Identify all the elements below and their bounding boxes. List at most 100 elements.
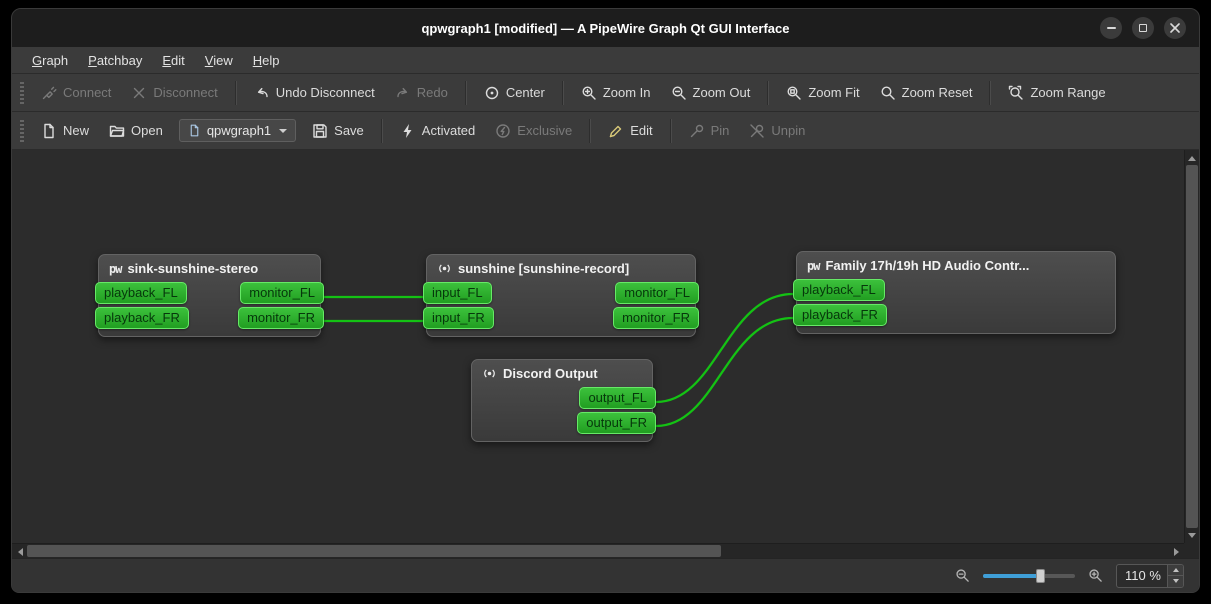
maximize-button[interactable] [1132, 17, 1154, 39]
scroll-left-button[interactable] [12, 544, 27, 558]
zoom-spinbox[interactable]: 110 % [1116, 563, 1184, 588]
edit-pencil-icon [608, 123, 624, 139]
port-playback_FL[interactable]: playback_FL [793, 279, 885, 301]
toolbar-handle[interactable] [20, 81, 24, 104]
graph-canvas[interactable]: pw sink-sunshine-stereo playback_FL moni… [12, 150, 1199, 558]
zoom-fit-icon [786, 85, 802, 101]
toolbar-file: New Open qpwgraph1 Save Activated Exclus… [12, 112, 1199, 150]
port-monitor_FL[interactable]: monitor_FL [240, 282, 324, 304]
connect-button[interactable]: Connect [32, 80, 120, 106]
maximize-icon [1139, 24, 1147, 32]
toolbar-separator [380, 118, 383, 143]
menu-patchbay[interactable]: Patchbay [78, 49, 152, 72]
zoom-in-button[interactable]: Zoom In [572, 80, 660, 106]
arrow-left-icon [14, 547, 23, 556]
zoom-reset-button[interactable]: Zoom Reset [871, 80, 982, 106]
exclusive-button[interactable]: Exclusive [486, 118, 581, 144]
pipewire-icon: pw [109, 261, 122, 276]
zoom-slider-fill [983, 573, 1041, 578]
window-title: qpwgraph1 [modified] — A PipeWire Graph … [421, 20, 790, 36]
chevron-down-icon [279, 129, 288, 137]
close-button[interactable] [1164, 17, 1186, 39]
spin-up-button[interactable] [1168, 564, 1183, 575]
node-sunshine-record[interactable]: sunshine [sunshine-record] input_FL moni… [423, 254, 699, 337]
arrow-up-icon [1172, 565, 1179, 573]
activated-button[interactable]: Activated [391, 118, 484, 144]
arrow-up-icon [1187, 152, 1196, 161]
node-discord-output[interactable]: Discord Output output_FL output_FR [471, 359, 656, 442]
menu-edit[interactable]: Edit [152, 49, 194, 72]
undo-disconnect-button[interactable]: Undo Disconnect [245, 80, 384, 106]
horizontal-scroll-thumb[interactable] [27, 545, 721, 557]
patchbay-file-icon [188, 124, 201, 137]
zoom-out-button[interactable]: Zoom Out [662, 80, 760, 106]
port-playback_FL[interactable]: playback_FL [95, 282, 187, 304]
zoom-fit-button[interactable]: Zoom Fit [777, 80, 868, 106]
vertical-scrollbar[interactable] [1184, 150, 1199, 543]
horizontal-scrollbar[interactable] [12, 543, 1184, 558]
save-button[interactable]: Save [303, 118, 373, 144]
minimize-icon [1106, 27, 1116, 29]
zoom-in-icon [581, 85, 597, 101]
port-playback_FR[interactable]: playback_FR [95, 307, 189, 329]
minimize-button[interactable] [1100, 17, 1122, 39]
menubar: Graph Patchbay Edit View Help [12, 47, 1199, 74]
pin-button[interactable]: Pin [680, 118, 739, 144]
unpin-button[interactable]: Unpin [740, 118, 814, 144]
toolbar-separator [989, 80, 992, 105]
zoom-range-button[interactable]: Zoom Range [999, 80, 1114, 106]
menu-view[interactable]: View [195, 49, 243, 72]
redo-button[interactable]: Redo [386, 80, 457, 106]
pin-icon [689, 123, 705, 139]
zoom-value: 110 % [1125, 568, 1161, 583]
port-monitor_FR[interactable]: monitor_FR [613, 307, 699, 329]
node-title: Family 17h/19h HD Audio Contr... [825, 258, 1030, 273]
node-sink-sunshine-stereo[interactable]: pw sink-sunshine-stereo playback_FL moni… [95, 254, 324, 337]
zoom-in-small-icon[interactable] [1088, 568, 1103, 583]
node-title: sunshine [sunshine-record] [458, 261, 630, 276]
open-button[interactable]: Open [100, 118, 172, 144]
scroll-right-button[interactable] [1169, 544, 1184, 558]
edit-button[interactable]: Edit [599, 118, 661, 144]
port-monitor_FL[interactable]: monitor_FL [615, 282, 699, 304]
menu-help[interactable]: Help [243, 49, 290, 72]
toolbar-handle[interactable] [20, 119, 24, 142]
port-monitor_FR[interactable]: monitor_FR [238, 307, 324, 329]
toolbar-separator [589, 118, 592, 143]
port-input_FL[interactable]: input_FL [423, 282, 492, 304]
node-family-hd-audio[interactable]: pw Family 17h/19h HD Audio Contr... play… [793, 251, 1116, 334]
toolbar-separator [464, 80, 467, 105]
zoom-out-small-icon[interactable] [955, 568, 970, 583]
node-title: Discord Output [503, 366, 598, 381]
activated-lightning-icon [400, 123, 416, 139]
disconnect-icon [131, 85, 147, 101]
zoom-slider-handle[interactable] [1036, 568, 1046, 583]
zoom-range-icon [1008, 85, 1024, 101]
patchbay-combo[interactable]: qpwgraph1 [178, 119, 297, 142]
scroll-down-button[interactable] [1184, 528, 1199, 543]
connect-icon [41, 85, 57, 101]
zoom-reset-icon [880, 85, 896, 101]
center-button[interactable]: Center [475, 80, 554, 106]
disconnect-button[interactable]: Disconnect [122, 80, 226, 106]
pipewire-icon: pw [807, 258, 820, 273]
new-button[interactable]: New [32, 118, 98, 144]
vertical-scroll-thumb[interactable] [1186, 165, 1198, 528]
port-playback_FR[interactable]: playback_FR [793, 304, 887, 326]
statusbar: 110 % [12, 558, 1199, 592]
port-input_FR[interactable]: input_FR [423, 307, 494, 329]
zoom-slider[interactable] [983, 567, 1075, 585]
undo-icon [254, 85, 270, 101]
toolbar-separator [669, 118, 672, 143]
unpin-icon [749, 123, 765, 139]
arrow-down-icon [1187, 532, 1196, 542]
toolbar-separator [767, 80, 770, 105]
port-output_FL[interactable]: output_FL [579, 387, 656, 409]
scroll-up-button[interactable] [1184, 150, 1199, 165]
spin-down-button[interactable] [1168, 575, 1183, 587]
node-header: sunshine [sunshine-record] [427, 255, 695, 279]
toolbar-separator [561, 80, 564, 105]
menu-graph[interactable]: Graph [22, 49, 78, 72]
titlebar[interactable]: qpwgraph1 [modified] — A PipeWire Graph … [12, 9, 1199, 47]
port-output_FR[interactable]: output_FR [577, 412, 656, 434]
